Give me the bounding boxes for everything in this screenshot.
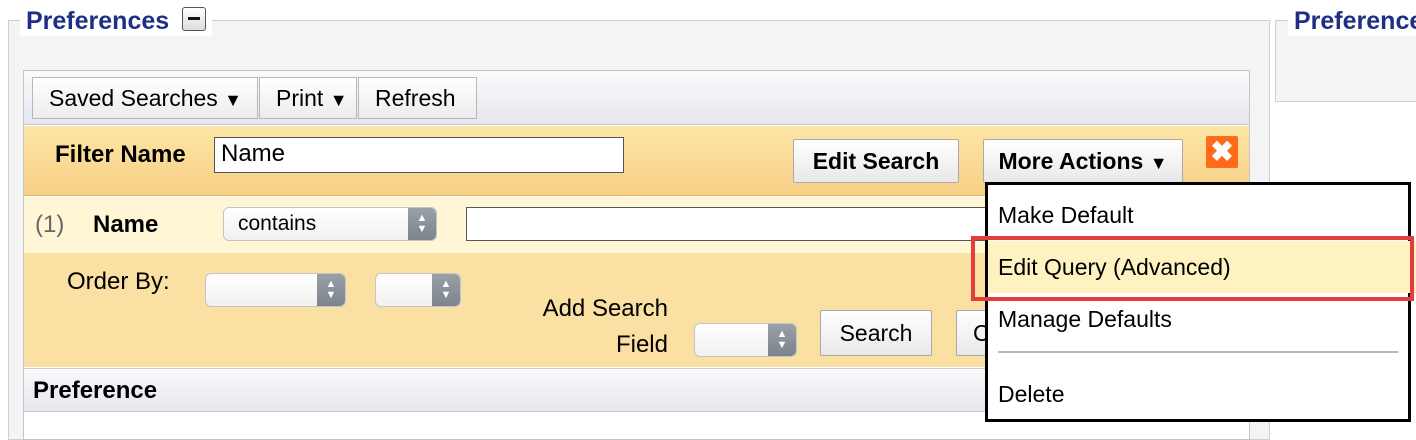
add-search-field-label: Add Search Field	[500, 291, 668, 363]
chevron-down-icon: ▼	[329, 90, 348, 110]
updown-icon: ▲ ▼	[317, 274, 345, 306]
criteria-index: (1)	[35, 211, 65, 238]
order-by-field-select[interactable]: ▲ ▼	[205, 273, 346, 307]
close-icon[interactable]: ✖	[1206, 136, 1238, 168]
chevron-down-icon: ▼	[224, 90, 242, 110]
more-actions-label: More Actions	[998, 148, 1144, 174]
filter-name-label: Filter Name	[55, 141, 186, 168]
menu-divider	[998, 351, 1398, 353]
edit-search-button[interactable]: Edit Search	[793, 139, 959, 183]
saved-searches-button[interactable]: Saved Searches ▼	[32, 77, 258, 119]
filter-name-input[interactable]: Name	[214, 137, 624, 173]
updown-icon: ▲ ▼	[408, 208, 436, 240]
add-search-label-line1: Add Search	[542, 295, 668, 322]
side-panel-title: Preference	[1294, 7, 1416, 35]
updown-icon: ▲ ▼	[432, 274, 460, 306]
order-by-direction-select[interactable]: ▲ ▼	[375, 273, 461, 307]
highlight-outline	[971, 236, 1414, 301]
preferences-legend: Preferences	[20, 6, 213, 36]
refresh-label: Refresh	[375, 85, 456, 111]
panel-title: Preferences	[26, 7, 170, 35]
menu-item-delete[interactable]: Delete	[988, 368, 1416, 420]
criteria-value-input[interactable]	[466, 207, 1026, 241]
criteria-field-label: Name	[93, 211, 159, 238]
operator-select[interactable]: contains ▲ ▼	[223, 207, 437, 241]
saved-searches-label: Saved Searches	[49, 85, 218, 111]
collapse-icon[interactable]	[182, 7, 207, 32]
print-label: Print	[276, 85, 324, 111]
refresh-button[interactable]: Refresh	[358, 77, 477, 119]
print-button[interactable]: Print ▼	[259, 77, 357, 119]
add-search-label-line2: Field	[615, 331, 668, 358]
updown-icon: ▲ ▼	[768, 324, 796, 356]
more-actions-button[interactable]: More Actions ▼	[983, 139, 1183, 183]
operator-value: contains	[238, 212, 317, 235]
chevron-down-icon: ▼	[1149, 153, 1168, 173]
menu-item-make-default[interactable]: Make Default	[988, 189, 1416, 241]
order-by-label: Order By:	[67, 268, 170, 295]
add-search-field-select[interactable]: ▲ ▼	[694, 323, 797, 357]
search-button[interactable]: Search	[820, 310, 932, 356]
side-panel-legend: Preference	[1288, 6, 1416, 36]
more-actions-menu: Make Default Edit Query (Advanced) Manag…	[985, 182, 1416, 422]
column-header-preference[interactable]: Preference	[33, 377, 157, 405]
